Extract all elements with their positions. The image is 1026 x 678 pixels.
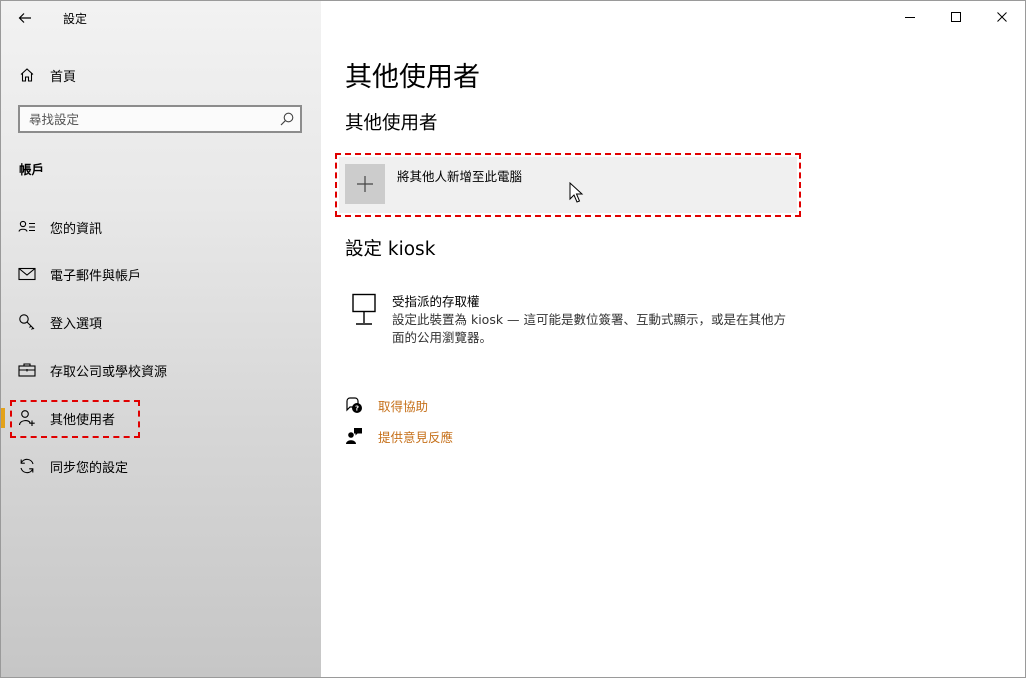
title-bar-left: 設定: [1, 1, 321, 35]
mail-icon: [18, 265, 36, 283]
sidebar-item-your-info[interactable]: 您的資訊: [1, 207, 321, 247]
feedback-icon: [345, 427, 363, 445]
close-icon: [997, 12, 1007, 22]
sidebar-item-label: 同步您的設定: [50, 460, 129, 476]
back-arrow-icon: [18, 13, 31, 23]
get-help-link[interactable]: ? 取得協助: [345, 394, 428, 416]
add-other-user-button[interactable]: 將其他人新增至此電腦: [339, 157, 797, 213]
app-title: 設定: [63, 12, 88, 26]
sidebar-item-other-users[interactable]: 其他使用者: [1, 398, 321, 438]
back-button[interactable]: [11, 5, 39, 31]
sidebar-item-sync-settings[interactable]: 同步您的設定: [1, 446, 321, 486]
search-icon[interactable]: [279, 111, 295, 127]
maximize-icon: [951, 12, 961, 22]
section-title-kiosk: 設定 kiosk: [345, 239, 436, 260]
search-box[interactable]: [18, 105, 302, 133]
add-other-user-label: 將其他人新增至此電腦: [397, 169, 523, 184]
home-icon: [18, 66, 36, 84]
add-person-icon: [18, 409, 36, 427]
mouse-cursor-icon: [569, 182, 584, 203]
assigned-access-item[interactable]: 受指派的存取權 設定此裝置為 kiosk — 這可能是數位簽署、互動式顯示，或是…: [345, 287, 805, 351]
sidebar-item-label: 您的資訊: [50, 221, 103, 237]
sidebar-item-work-school[interactable]: 存取公司或學校資源: [1, 350, 321, 390]
sync-icon: [18, 457, 36, 475]
minimize-button[interactable]: [887, 1, 933, 33]
svg-text:?: ?: [355, 405, 359, 413]
sidebar-item-label: 其他使用者: [50, 412, 116, 428]
key-icon: [18, 313, 36, 331]
main-content: 其他使用者 其他使用者 將其他人新增至此電腦 設定 kiosk 受指派的存取權 …: [321, 1, 1025, 677]
give-feedback-link[interactable]: 提供意見反應: [345, 425, 453, 447]
sidebar-item-email-accounts[interactable]: 電子郵件與帳戶: [1, 254, 321, 294]
sidebar-item-label: 存取公司或學校資源: [50, 364, 168, 380]
help-chat-icon: ?: [345, 396, 363, 414]
close-button[interactable]: [979, 1, 1025, 33]
section-title-other-users: 其他使用者: [345, 113, 438, 134]
sidebar: 設定 首頁 帳戶: [1, 1, 321, 677]
assigned-access-description: 設定此裝置為 kiosk — 這可能是數位簽署、互動式顯示，或是在其他方面的公用…: [392, 312, 787, 345]
settings-window: 設定 首頁 帳戶: [0, 0, 1026, 678]
person-info-icon: [18, 218, 36, 236]
give-feedback-label: 提供意見反應: [378, 429, 454, 445]
maximize-button[interactable]: [933, 1, 979, 33]
plus-icon: [357, 176, 373, 192]
window-controls: [887, 1, 1025, 33]
search-input[interactable]: [20, 107, 279, 131]
sidebar-item-sign-in-options[interactable]: 登入選項: [1, 302, 321, 342]
sidebar-item-label: 電子郵件與帳戶: [50, 268, 142, 284]
active-indicator: [1, 408, 5, 428]
home-label: 首頁: [50, 69, 77, 85]
section-title-accounts: 帳戶: [19, 162, 45, 177]
page-title: 其他使用者: [345, 62, 480, 93]
sidebar-item-label: 登入選項: [50, 316, 103, 332]
kiosk-icon: [352, 293, 376, 325]
briefcase-icon: [18, 361, 36, 379]
get-help-label: 取得協助: [378, 398, 429, 414]
minimize-icon: [905, 17, 915, 18]
plus-tile: [345, 164, 385, 204]
sidebar-item-home[interactable]: 首頁: [1, 57, 321, 93]
assigned-access-title: 受指派的存取權: [392, 294, 480, 309]
